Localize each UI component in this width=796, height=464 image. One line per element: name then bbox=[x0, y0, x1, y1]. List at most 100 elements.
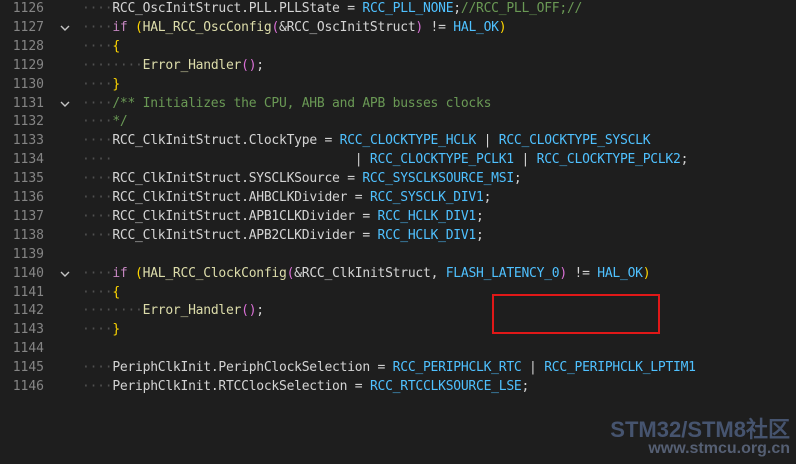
code-token: = bbox=[354, 208, 378, 224]
code-line[interactable]: 1128 ····{ bbox=[0, 38, 796, 56]
whitespace-indicator: ···· bbox=[82, 171, 113, 187]
code-text: ···· | RCC_CLOCKTYPE_PCLK1 | RCC_CLOCKTY… bbox=[82, 151, 688, 169]
code-token: HAL_OK bbox=[597, 265, 643, 281]
code-token: . bbox=[241, 190, 249, 205]
code-token: HAL_OK bbox=[453, 19, 499, 35]
code-token: RCC_PLL_NONE bbox=[362, 1, 454, 16]
code-line[interactable]: 1138 ····RCC_ClkInitStruct.APB2CLKDivider… bbox=[0, 227, 796, 245]
code-line[interactable]: 1137 ····RCC_ClkInitStruct.APB1CLKDivider… bbox=[0, 208, 796, 226]
code-token: RCC_HCLK_DIV1 bbox=[377, 227, 477, 243]
code-line[interactable]: 1126 ····RCC_OscInitStruct.PLL.PLLState =… bbox=[0, 0, 796, 18]
code-text: ····RCC_ClkInitStruct.ClockType = RCC_CL… bbox=[82, 132, 651, 150]
code-token: . bbox=[271, 1, 280, 16]
code-editor[interactable]: 1126 ····RCC_OscInitStruct.PLL.PLLState =… bbox=[0, 0, 796, 464]
code-line[interactable]: 1129 ········Error_Handler(); bbox=[0, 57, 796, 75]
line-number: 1130 bbox=[12, 76, 44, 92]
line-number: 1131 bbox=[12, 95, 44, 111]
code-line[interactable]: 1133 ····RCC_ClkInitStruct.ClockType = RC… bbox=[0, 132, 796, 150]
line-number: 1145 bbox=[12, 360, 44, 376]
code-token: ClockType bbox=[248, 133, 317, 149]
code-text: ····/** Initializes the CPU, AHB and APB… bbox=[82, 95, 491, 113]
code-token: ( bbox=[135, 265, 143, 281]
line-number: 1141 bbox=[12, 284, 44, 300]
code-line[interactable]: 1140 ····if (HAL_RCC_ClockConfig(&RCC_Clk… bbox=[0, 265, 796, 283]
code-token: ; bbox=[476, 208, 484, 224]
code-line[interactable]: 1132 ····*/ bbox=[0, 113, 796, 131]
line-number: 1128 bbox=[12, 38, 44, 54]
line-number: 1133 bbox=[12, 133, 44, 149]
watermark: STM32/STM8社区 www.stmcu.org.cn bbox=[610, 418, 790, 458]
code-line[interactable]: 1142 ········Error_Handler(); bbox=[0, 302, 796, 320]
code-token: ) bbox=[415, 19, 423, 35]
whitespace-indicator: ···· bbox=[82, 38, 113, 54]
code-token: ) bbox=[642, 265, 651, 281]
code-token: ; bbox=[256, 57, 264, 73]
whitespace-indicator: ···· bbox=[82, 208, 113, 224]
code-token: */ bbox=[112, 114, 128, 130]
code-text: ····RCC_ClkInitStruct.SYSCLKSource = RCC… bbox=[82, 170, 522, 188]
line-number: 1139 bbox=[12, 246, 44, 262]
code-token: = bbox=[369, 360, 393, 376]
code-token: != bbox=[566, 265, 598, 281]
chevron-down-icon[interactable] bbox=[58, 265, 72, 283]
code-text: ········Error_Handler(); bbox=[82, 57, 264, 75]
code-line[interactable]: 1146 ····PeriphClkInit.RTCClockSelection … bbox=[0, 378, 796, 396]
line-number: 1126 bbox=[12, 1, 44, 16]
code-token: RCC_HCLK_DIV1 bbox=[377, 208, 477, 224]
whitespace-indicator: ···· bbox=[82, 265, 113, 281]
whitespace-indicator: ········ bbox=[82, 57, 143, 73]
whitespace-indicator: ···· bbox=[82, 284, 113, 300]
code-line[interactable]: 1135 ····RCC_ClkInitStruct.SYSCLKSource =… bbox=[0, 170, 796, 188]
code-token: ; bbox=[476, 227, 484, 243]
code-line[interactable]: 1136 ····RCC_ClkInitStruct.AHBCLKDivider … bbox=[0, 189, 796, 207]
code-line[interactable]: 1139 bbox=[0, 246, 796, 264]
code-token: ; bbox=[680, 152, 689, 168]
code-text: ····} bbox=[82, 321, 120, 339]
code-line[interactable]: 1141 ····{ bbox=[0, 284, 796, 302]
code-token: &RCC_ClkInitStruct bbox=[294, 265, 431, 281]
code-token: RCC_CLOCKTYPE_SYSCLK bbox=[498, 133, 651, 149]
code-token: = bbox=[339, 171, 363, 187]
code-line[interactable]: 1144 bbox=[0, 340, 796, 358]
chevron-down-icon[interactable] bbox=[58, 19, 72, 37]
line-number: 1137 bbox=[12, 208, 44, 224]
code-token: ; bbox=[513, 171, 522, 187]
code-token: = bbox=[354, 227, 378, 243]
code-text: ····{ bbox=[82, 38, 120, 56]
code-token: RCC_CLOCKTYPE_PCLK2 bbox=[536, 152, 681, 168]
code-line[interactable]: 1131 ····/** Initializes the CPU, AHB and… bbox=[0, 95, 796, 113]
code-token: RCC_PERIPHCLK_LPTIM1 bbox=[544, 360, 696, 376]
chevron-down-icon[interactable] bbox=[58, 95, 72, 113]
code-line[interactable]: 1145 ····PeriphClkInit.PeriphClockSelecti… bbox=[0, 359, 796, 377]
code-token: SYSCLKSource bbox=[248, 171, 340, 187]
code-token: = bbox=[339, 1, 363, 16]
code-token: RCC_ClkInitStruct bbox=[112, 227, 242, 243]
code-line[interactable]: 1127 ····if (HAL_RCC_OscConfig(&RCC_OscIn… bbox=[0, 19, 796, 37]
code-line[interactable]: 1130 ····} bbox=[0, 76, 796, 94]
code-token: | bbox=[513, 152, 537, 168]
code-token: AHBCLKDivider bbox=[248, 190, 348, 205]
code-token: Error_Handler bbox=[142, 57, 242, 73]
highlight-box bbox=[492, 294, 660, 334]
whitespace-indicator: ···· bbox=[82, 360, 113, 376]
code-token: RCC_ClkInitStruct bbox=[112, 133, 242, 149]
code-text: ····PeriphClkInit.PeriphClockSelection =… bbox=[82, 359, 696, 377]
whitespace-indicator: ···· bbox=[82, 190, 113, 205]
code-token: /** Initializes the CPU, AHB and APB bus… bbox=[112, 95, 492, 111]
code-token: ( bbox=[271, 19, 280, 35]
code-text: ····if (HAL_RCC_ClockConfig(&RCC_ClkInit… bbox=[82, 265, 651, 283]
whitespace-indicator: ········ bbox=[82, 303, 143, 319]
code-line[interactable]: 1134 ···· | RCC_CLOCKTYPE_PCLK1 | RCC_CLO… bbox=[0, 151, 796, 169]
code-token: PLLState bbox=[279, 1, 340, 16]
whitespace-indicator: ···· bbox=[82, 76, 113, 92]
code-token: . bbox=[241, 171, 249, 187]
whitespace-indicator: ···· bbox=[82, 322, 113, 338]
code-token: ) bbox=[498, 19, 507, 35]
line-number: 1146 bbox=[12, 379, 44, 394]
line-number: 1138 bbox=[12, 227, 44, 243]
whitespace-indicator: ···· bbox=[82, 1, 113, 16]
code-line[interactable]: 1143 ····} bbox=[0, 321, 796, 339]
line-number: 1127 bbox=[12, 19, 44, 35]
code-token: RCC_RTCCLKSOURCE_LSE bbox=[369, 379, 522, 394]
